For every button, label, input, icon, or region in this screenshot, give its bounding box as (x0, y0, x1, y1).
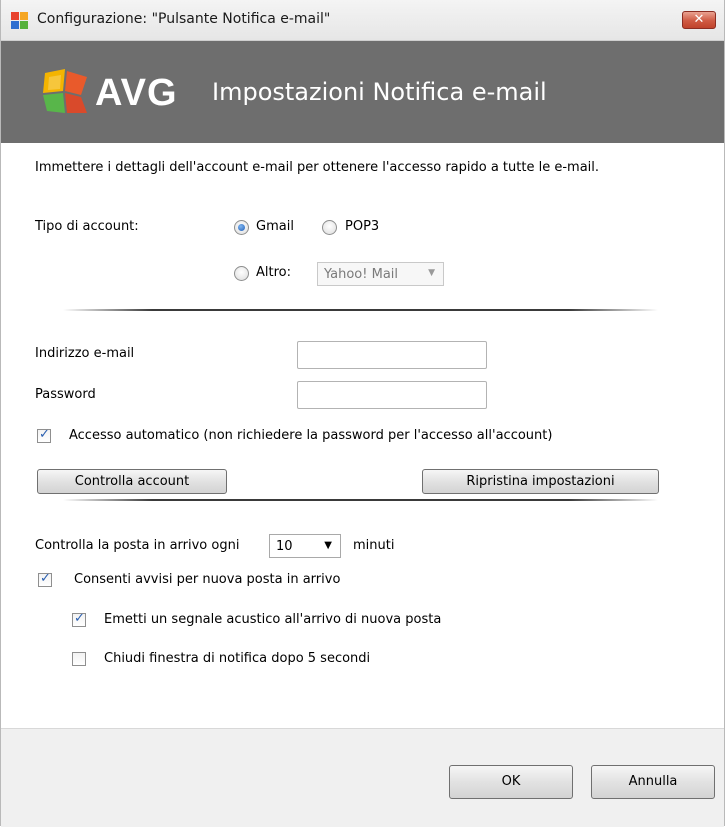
chevron-down-icon: ▼ (428, 268, 435, 278)
close-icon: ✕ (693, 12, 705, 27)
allow-alerts-label[interactable]: Consenti avvisi per nuova posta in arriv… (74, 572, 340, 587)
check-account-button[interactable]: Controlla account (37, 469, 227, 494)
email-field[interactable] (297, 341, 487, 369)
window-title: Configurazione: "Pulsante Notifica e-mai… (37, 11, 331, 27)
header-banner: AVG Impostazioni Notifica e-mail (1, 41, 724, 143)
avg-logo-icon (43, 69, 87, 113)
avg-wordmark: AVG (95, 72, 178, 114)
check-interval-value: 10 (276, 539, 293, 554)
avg-logo: AVG (41, 67, 195, 121)
dialog-window: Configurazione: "Pulsante Notifica e-mai… (0, 0, 725, 827)
other-provider-value: Yahoo! Mail (324, 267, 399, 282)
sound-checkbox[interactable]: ✓ (72, 611, 86, 627)
close-button[interactable]: ✕ (682, 11, 716, 29)
radio-gmail-label[interactable]: Gmail (256, 219, 294, 234)
separator (63, 499, 658, 501)
sound-label[interactable]: Emetti un segnale acustico all'arrivo di… (104, 612, 441, 627)
chevron-down-icon: ▼ (324, 540, 332, 551)
check-interval-unit: minuti (353, 538, 395, 553)
other-provider-select[interactable]: Yahoo! Mail ▼ (317, 262, 444, 286)
cancel-button[interactable]: Annulla (591, 765, 715, 799)
separator (63, 309, 658, 311)
check-icon: ✓ (40, 571, 51, 586)
dialog-footer: OK Annulla (1, 728, 724, 827)
intro-text: Immettere i dettagli dell'account e-mail… (35, 160, 600, 175)
auto-access-label[interactable]: Accesso automatico (non richiedere la pa… (69, 428, 552, 443)
check-icon: ✓ (74, 611, 85, 626)
avg-app-icon (11, 12, 28, 29)
close-after-checkbox[interactable] (72, 652, 86, 666)
email-label: Indirizzo e-mail (35, 346, 135, 361)
title-bar: Configurazione: "Pulsante Notifica e-mai… (1, 0, 724, 41)
password-field[interactable] (297, 381, 487, 409)
allow-alerts-checkbox[interactable]: ✓ (38, 571, 52, 587)
radio-gmail[interactable] (234, 220, 249, 235)
radio-pop3-label[interactable]: POP3 (345, 219, 379, 234)
restore-settings-button[interactable]: Ripristina impostazioni (422, 469, 659, 494)
account-type-label: Tipo di account: (35, 219, 139, 234)
banner-title: Impostazioni Notifica e-mail (212, 78, 547, 106)
ok-button[interactable]: OK (449, 765, 573, 799)
check-interval-select[interactable]: 10 ▼ (269, 534, 341, 558)
radio-other-label[interactable]: Altro: (256, 265, 291, 280)
close-after-label[interactable]: Chiudi finestra di notifica dopo 5 secon… (104, 651, 370, 666)
radio-pop3[interactable] (322, 220, 337, 235)
radio-other[interactable] (234, 266, 249, 281)
auto-access-checkbox[interactable]: ✓ (37, 427, 51, 443)
check-interval-label: Controlla la posta in arrivo ogni (35, 538, 240, 553)
check-icon: ✓ (39, 427, 50, 442)
password-label: Password (35, 387, 96, 402)
